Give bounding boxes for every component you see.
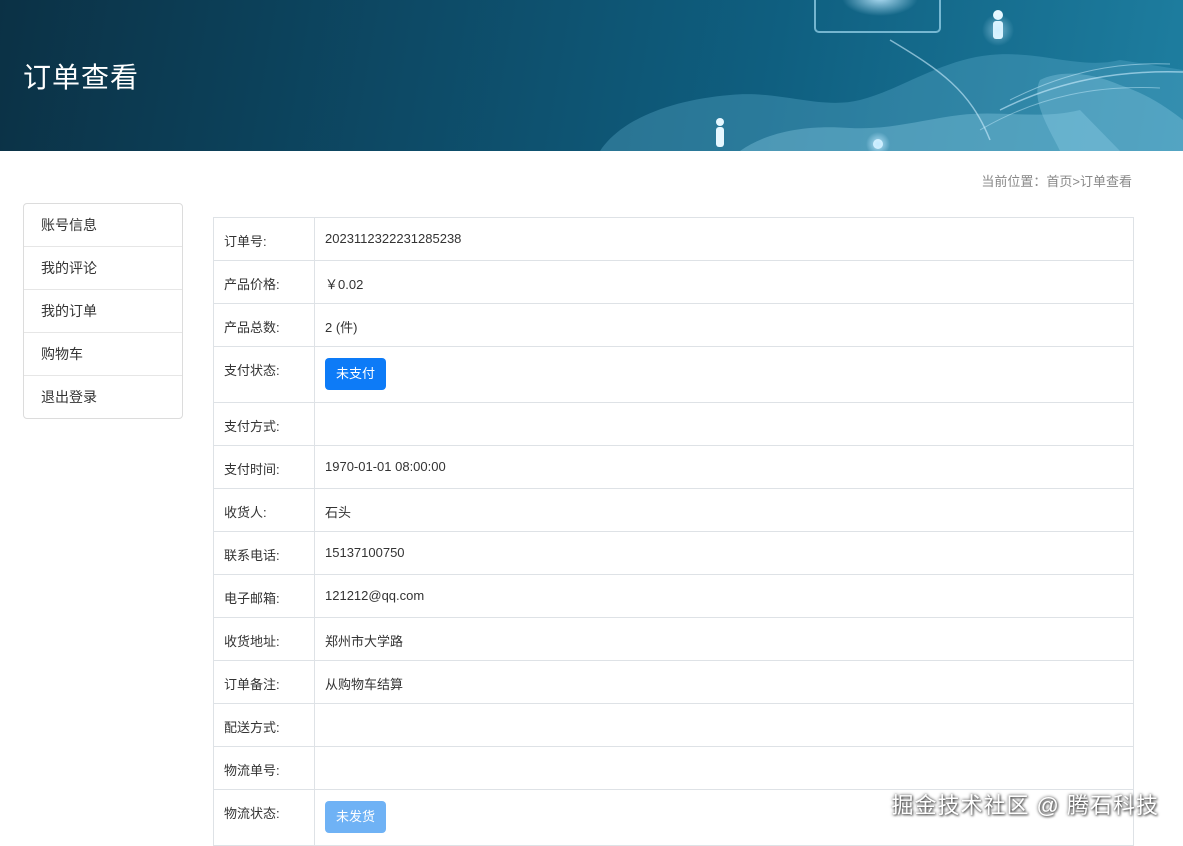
watermark-text: 掘金技术社区 @ 腾石科技 [891, 793, 1159, 818]
price-row: 产品价格: ￥0.02 [214, 261, 1133, 304]
price-value: ￥0.02 [325, 277, 364, 292]
email-row: 电子邮箱: 121212@qq.com [214, 575, 1133, 618]
tracking-no-label: 物流单号: [214, 747, 315, 789]
note-value: 从购物车结算 [325, 677, 404, 692]
quantity-row: 产品总数: 2 (件) [214, 304, 1133, 347]
quantity-label: 产品总数: [214, 304, 315, 346]
pay-method-value [315, 403, 1133, 445]
order-no-label: 订单号: [214, 218, 315, 260]
phone-row: 联系电话: 15137100750 [214, 532, 1133, 575]
note-row: 订单备注: 从购物车结算 [214, 661, 1133, 704]
sidebar-item-account-info[interactable]: 账号信息 [24, 204, 182, 247]
breadcrumb-separator: > [1072, 174, 1080, 189]
sidebar-menu: 账号信息 我的评论 我的订单 购物车 退出登录 [23, 203, 183, 419]
order-detail-table: 订单号: 2023112322231285238 产品价格: ￥0.02 产品总… [213, 217, 1134, 846]
breadcrumb-current: 订单查看 [1079, 174, 1132, 189]
breadcrumb-prefix: 当前位置： [981, 174, 1047, 189]
logistics-status-button[interactable]: 未发货 [325, 801, 387, 833]
pay-status-button[interactable]: 未支付 [325, 358, 387, 390]
pay-status-row: 支付状态: 未支付 [214, 347, 1133, 403]
email-label: 电子邮箱: [214, 575, 315, 617]
tracking-no-row: 物流单号: [214, 747, 1133, 790]
sidebar-item-my-comments[interactable]: 我的评论 [24, 247, 182, 290]
price-label: 产品价格: [214, 261, 315, 303]
email-value: 121212@qq.com [325, 588, 425, 603]
pay-method-row: 支付方式: [214, 403, 1133, 446]
header-banner: 订单查看 [0, 0, 1183, 151]
breadcrumb: 当前位置：首页>订单查看 [981, 171, 1132, 190]
receiver-row: 收货人: 石头 [214, 489, 1133, 532]
world-network-illustration [600, 0, 1183, 151]
address-label: 收货地址: [214, 618, 315, 660]
phone-label: 联系电话: [214, 532, 315, 574]
pay-status-label: 支付状态: [214, 347, 315, 402]
sidebar-item-my-orders[interactable]: 我的订单 [24, 290, 182, 333]
pay-status-cell: 未支付 [315, 347, 1133, 402]
receiver-label: 收货人: [214, 489, 315, 531]
pay-time-row: 支付时间: 1970-01-01 08:00:00 [214, 446, 1133, 489]
page-title: 订单查看 [23, 62, 140, 93]
tracking-no-value [315, 747, 1133, 789]
phone-value: 15137100750 [325, 545, 405, 560]
delivery-method-value [315, 704, 1133, 746]
quantity-value: 2 (件) [325, 320, 358, 335]
pay-time-label: 支付时间: [214, 446, 315, 488]
receiver-value: 石头 [325, 505, 352, 520]
address-row: 收货地址: 郑州市大学路 [214, 618, 1133, 661]
sidebar-item-cart[interactable]: 购物车 [24, 333, 182, 376]
pay-time-value: 1970-01-01 08:00:00 [325, 459, 446, 474]
pay-method-label: 支付方式: [214, 403, 315, 445]
order-no-row: 订单号: 2023112322231285238 [214, 218, 1133, 261]
order-no-value: 2023112322231285238 [325, 231, 462, 246]
note-label: 订单备注: [214, 661, 315, 703]
breadcrumb-home-link[interactable]: 首页 [1046, 174, 1072, 189]
sidebar-item-logout[interactable]: 退出登录 [24, 376, 182, 418]
delivery-method-row: 配送方式: [214, 704, 1133, 747]
delivery-method-label: 配送方式: [214, 704, 315, 746]
logistics-status-label: 物流状态: [214, 790, 315, 845]
address-value: 郑州市大学路 [325, 634, 404, 649]
